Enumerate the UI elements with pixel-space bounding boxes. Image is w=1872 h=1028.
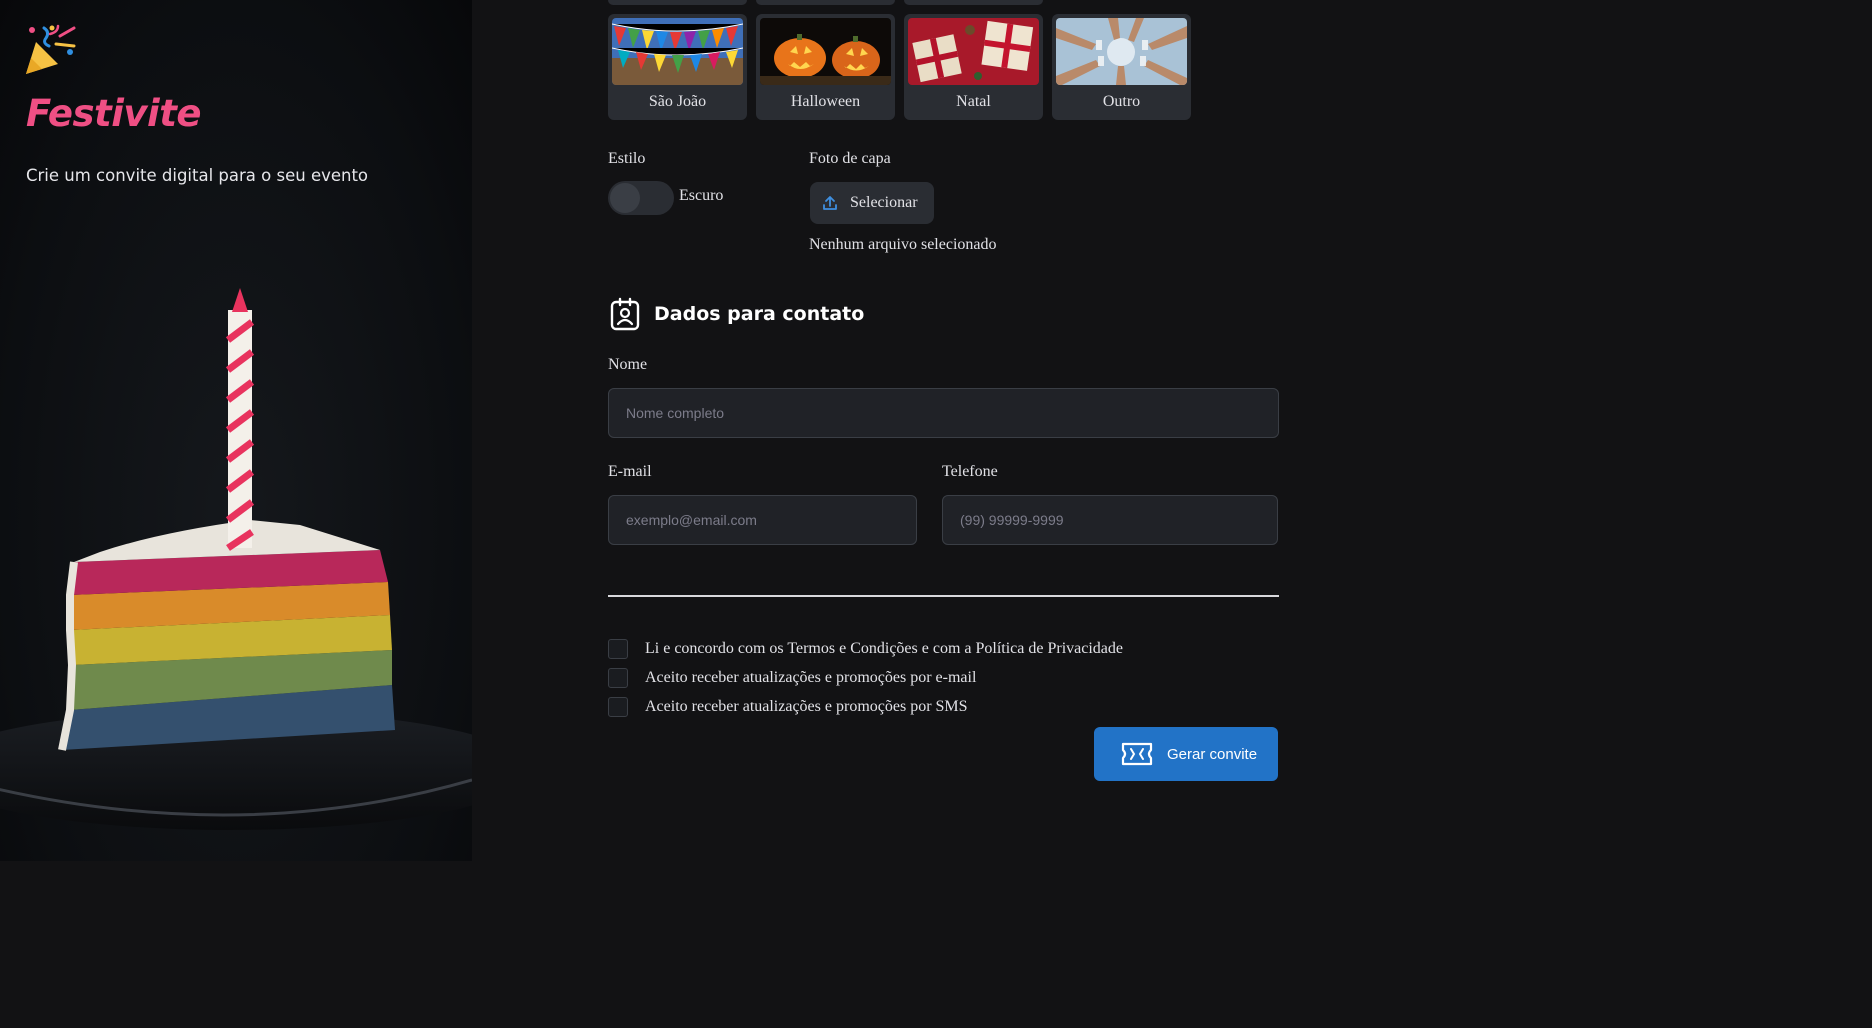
- theme-card-stub: [904, 0, 1043, 5]
- style-label: Estilo: [608, 150, 646, 167]
- email-input[interactable]: [608, 495, 917, 545]
- file-status: Nenhum arquivo selecionado: [809, 236, 997, 253]
- theme-label: São João: [648, 93, 707, 110]
- theme-card-natal[interactable]: Natal: [904, 14, 1043, 120]
- theme-card-stub: [756, 0, 895, 5]
- theme-card-sao-joao[interactable]: São João: [608, 14, 747, 120]
- name-label: Nome: [608, 356, 648, 373]
- name-input[interactable]: [608, 388, 1279, 438]
- theme-picker: São João Halloween Natal Outro: [608, 14, 1191, 120]
- party-popper-icon: [26, 24, 76, 74]
- consent-terms[interactable]: Li e concordo com os Termos e Condições …: [608, 639, 1123, 659]
- consent-sms[interactable]: Aceito receber atualizações e promoções …: [608, 697, 968, 717]
- contact-badge-icon: [610, 297, 640, 331]
- brand-name: Festivite: [26, 92, 201, 135]
- phone-label: Telefone: [942, 463, 998, 480]
- checkbox[interactable]: [608, 668, 628, 688]
- invite-form: São João Halloween Natal Outro Estilo Es…: [472, 0, 1568, 861]
- contact-section-header: Dados para contato: [608, 297, 864, 331]
- select-file-button[interactable]: Selecionar: [810, 182, 934, 224]
- section-title: Dados para contato: [654, 303, 865, 325]
- theme-card-outro[interactable]: Outro: [1052, 14, 1191, 120]
- cover-label: Foto de capa: [809, 150, 891, 167]
- theme-card-stub: [608, 0, 747, 5]
- theme-label: Natal: [956, 93, 991, 110]
- natal-thumbnail: [908, 18, 1039, 85]
- toggle-knob: [610, 183, 640, 213]
- select-file-label: Selecionar: [850, 194, 918, 211]
- halloween-thumbnail: [760, 18, 891, 85]
- theme-card-halloween[interactable]: Halloween: [756, 14, 895, 120]
- consent-label: Li e concordo com os Termos e Condições …: [645, 640, 1123, 657]
- toggle-text: Escuro: [679, 187, 724, 204]
- checkbox[interactable]: [608, 697, 628, 717]
- sidebar: Festivite Crie um convite digital para o…: [0, 0, 472, 861]
- theme-label: Outro: [1102, 93, 1141, 110]
- email-label: E-mail: [608, 463, 652, 480]
- outro-thumbnail: [1056, 18, 1187, 85]
- divider: [608, 595, 1279, 597]
- ticket-icon: [1121, 742, 1153, 766]
- consent-email[interactable]: Aceito receber atualizações e promoções …: [608, 668, 976, 688]
- consent-label: Aceito receber atualizações e promoções …: [645, 669, 977, 686]
- checkbox[interactable]: [608, 639, 628, 659]
- generate-invite-button[interactable]: Gerar convite: [1094, 727, 1278, 781]
- sao-joao-thumbnail: [612, 18, 743, 85]
- upload-icon: [823, 196, 837, 210]
- generate-invite-label: Gerar convite: [1167, 745, 1258, 763]
- phone-input[interactable]: [942, 495, 1278, 545]
- consent-label: Aceito receber atualizações e promoções …: [645, 698, 968, 715]
- tagline: Crie um convite digital para o seu event…: [26, 166, 369, 185]
- cake-illustration: [0, 288, 472, 830]
- theme-label: Halloween: [790, 93, 861, 110]
- dark-mode-toggle[interactable]: [608, 181, 674, 215]
